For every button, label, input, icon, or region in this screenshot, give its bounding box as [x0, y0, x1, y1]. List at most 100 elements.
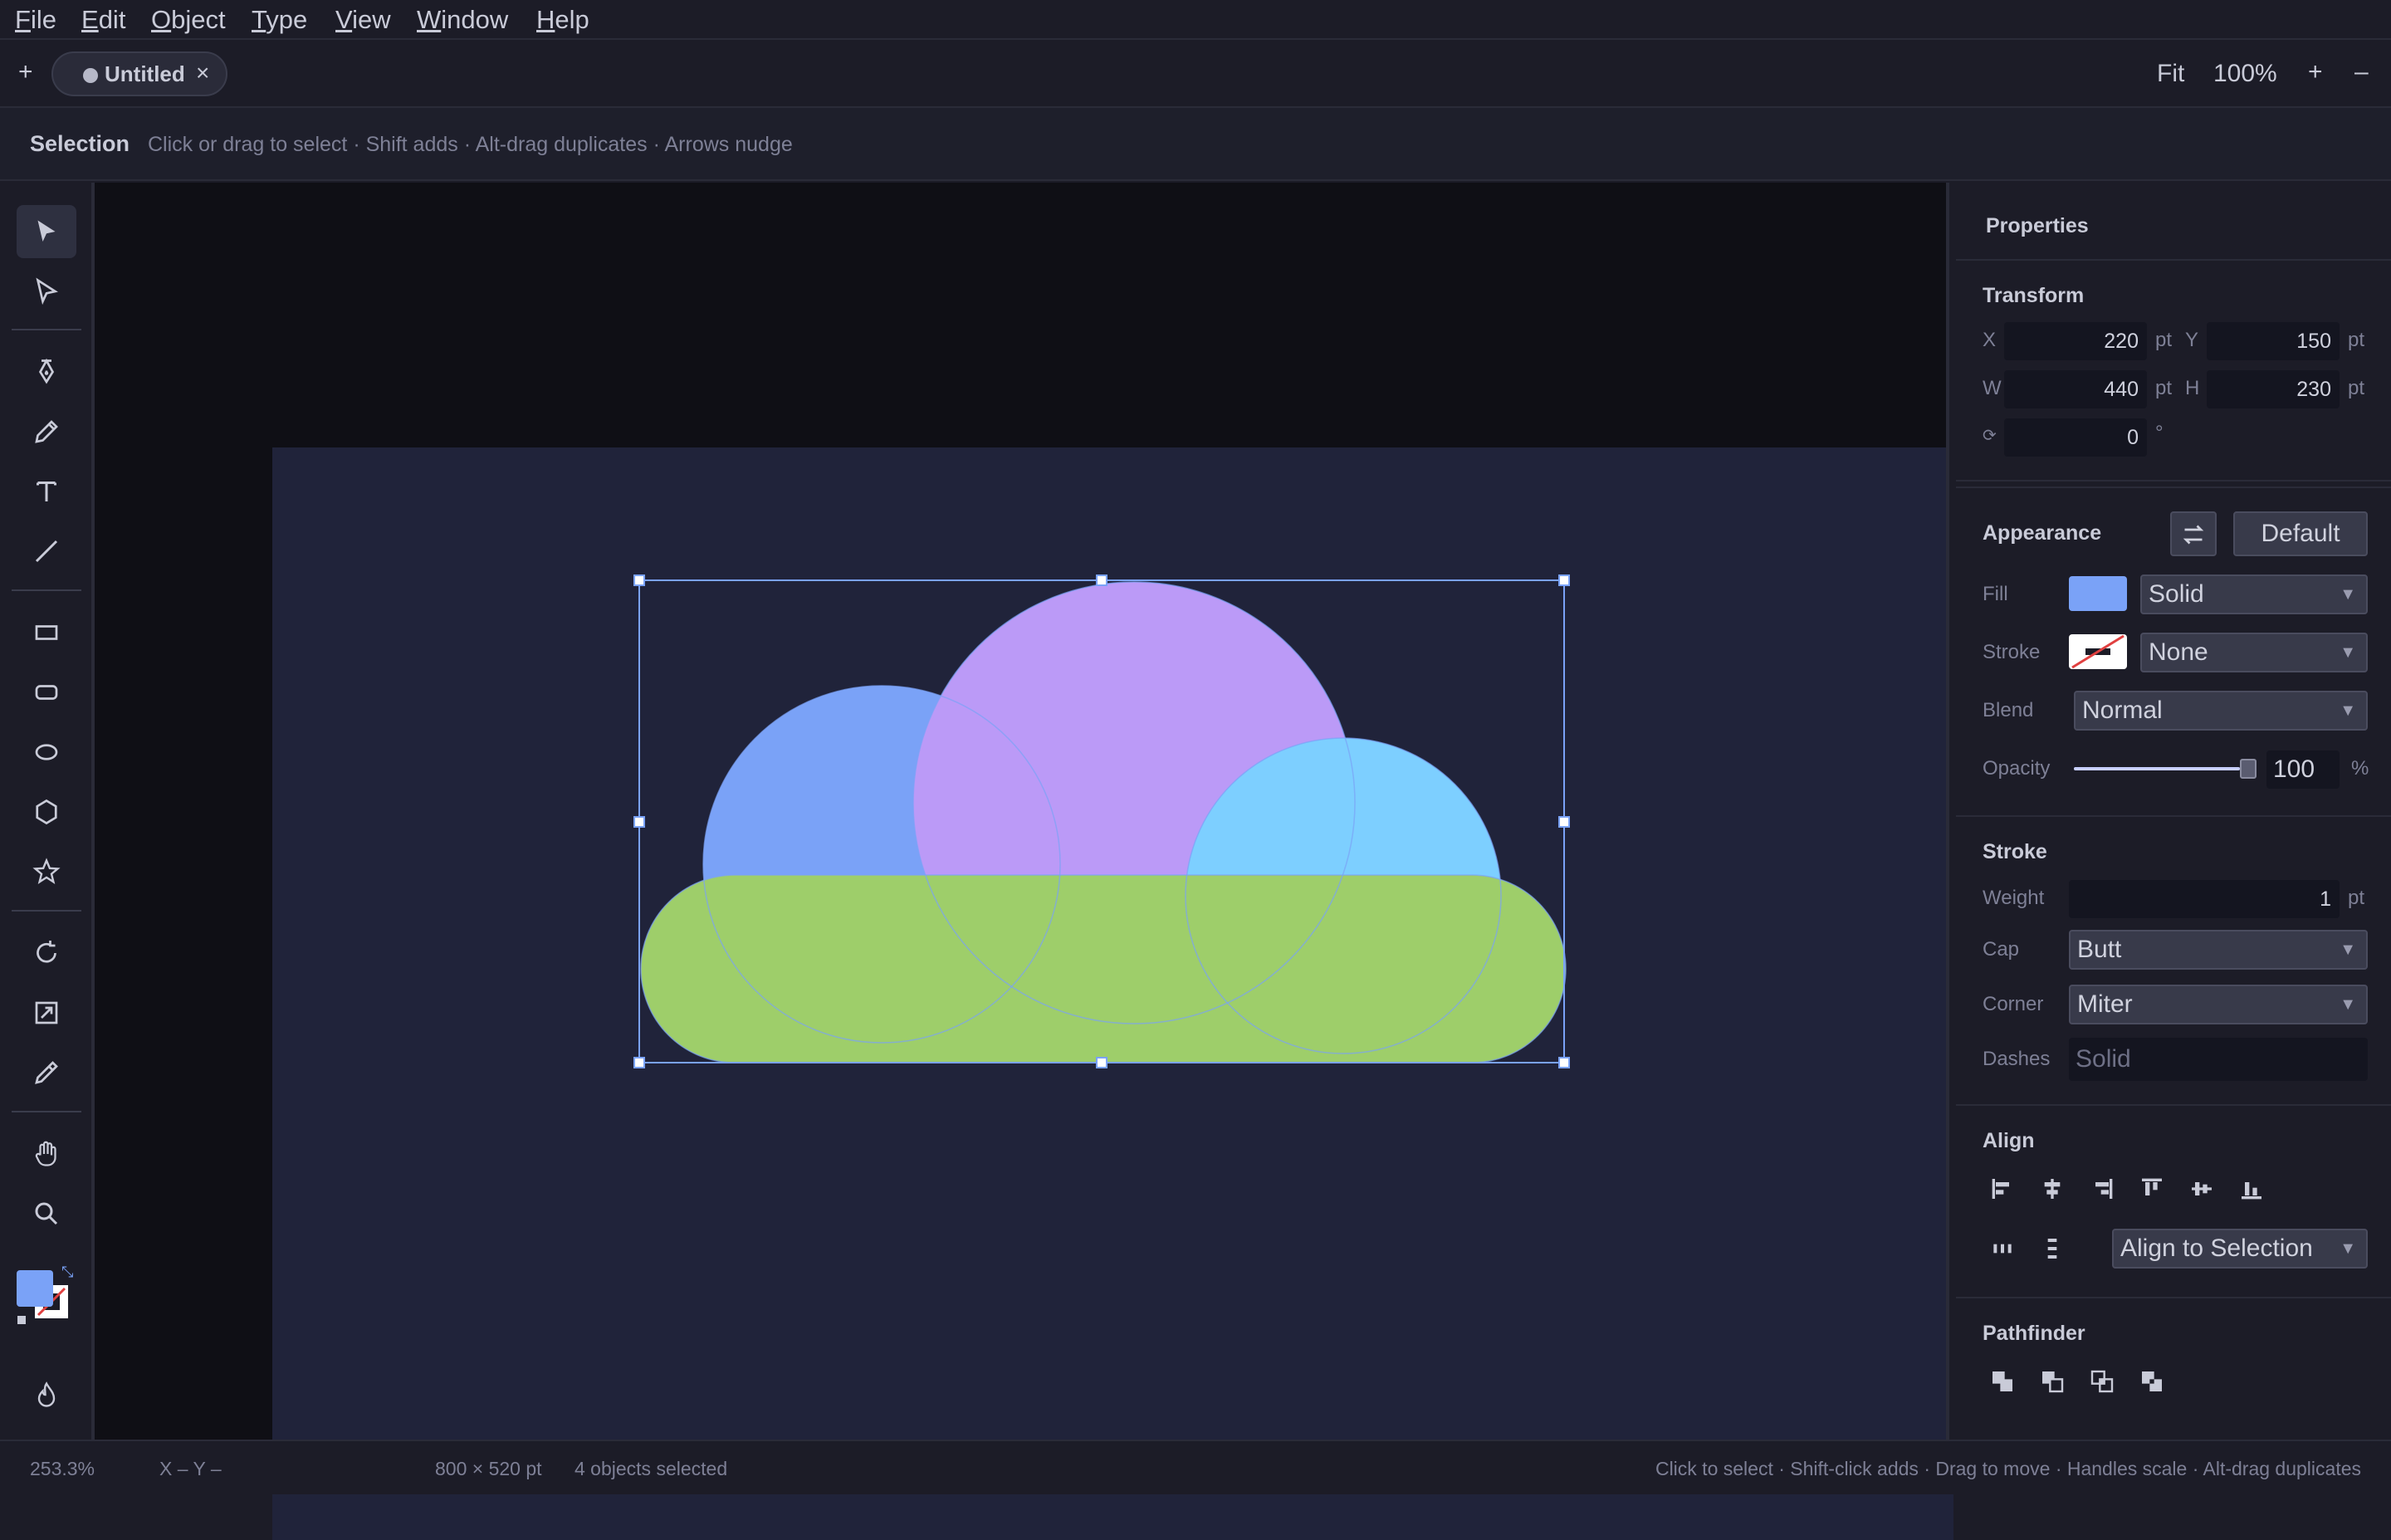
pathfinder-intersect-button[interactable]	[2085, 1365, 2119, 1398]
fill-swatch[interactable]	[17, 1270, 53, 1307]
polygon-tool[interactable]	[17, 785, 76, 838]
zoom-level[interactable]: 100%	[2213, 60, 2277, 88]
hand-tool[interactable]	[17, 1127, 76, 1181]
align-bottom-button[interactable]	[2235, 1172, 2268, 1205]
handle-bottom-left[interactable]	[633, 1057, 645, 1068]
panel-divider	[1956, 480, 2391, 482]
pencil-tool[interactable]	[17, 405, 76, 458]
handle-top-right[interactable]	[1558, 574, 1570, 586]
menu-edit[interactable]: Edit	[81, 3, 125, 37]
eyedropper-tool[interactable]	[17, 1046, 76, 1099]
y-field[interactable]: 150	[2207, 322, 2340, 360]
distribute-horizontal-button[interactable]	[1986, 1232, 2019, 1265]
rounded-rectangle-tool[interactable]	[17, 666, 76, 719]
menu-help[interactable]: Help	[536, 3, 589, 37]
cap-dropdown[interactable]: Butt ▼	[2069, 930, 2368, 970]
zoom-fit-button[interactable]: Fit	[2157, 60, 2184, 88]
default-button[interactable]: Default	[2233, 511, 2368, 556]
distribute-vertical-icon	[2047, 1239, 2057, 1259]
flame-icon	[37, 1381, 56, 1407]
menu-file[interactable]: File	[15, 3, 56, 37]
handle-middle-right[interactable]	[1558, 816, 1570, 828]
menu-type[interactable]: Type	[252, 3, 307, 37]
chevron-down-icon: ▼	[2340, 941, 2356, 959]
rotation-field[interactable]: 0	[2004, 418, 2147, 457]
new-tab-button[interactable]: +	[18, 58, 33, 86]
handle-middle-left[interactable]	[633, 816, 645, 828]
zoom-tool[interactable]	[17, 1187, 76, 1240]
menu-window[interactable]: Window	[417, 3, 508, 37]
rectangle-tool[interactable]	[17, 606, 76, 659]
pathfinder-minus-front-button[interactable]	[2036, 1365, 2069, 1398]
pen-tool[interactable]	[17, 345, 76, 398]
handle-top-left[interactable]	[633, 574, 645, 586]
handle-top-middle[interactable]	[1096, 574, 1107, 586]
handle-bottom-middle[interactable]	[1096, 1057, 1107, 1068]
panel-divider	[1956, 1297, 2391, 1298]
default-colors-icon[interactable]	[17, 1315, 27, 1325]
align-center-h-button[interactable]	[2036, 1172, 2069, 1205]
zoom-in-button[interactable]: +	[2308, 58, 2323, 86]
panel-divider	[1956, 486, 2391, 488]
active-tool-name: Selection	[30, 131, 130, 156]
dashes-field[interactable]: Solid	[2069, 1038, 2368, 1081]
opacity-slider-track[interactable]	[2074, 759, 2257, 779]
zoom-out-button[interactable]: –	[2354, 58, 2369, 86]
h-field[interactable]: 230	[2207, 370, 2340, 408]
canvas-area[interactable]	[95, 183, 1953, 1540]
scale-tool[interactable]	[17, 986, 76, 1039]
swap-fill-stroke-button[interactable]	[2170, 511, 2217, 556]
pathfinder-unite-button[interactable]	[1986, 1365, 2019, 1398]
exclude-icon	[2142, 1371, 2162, 1391]
x-label: X	[1983, 329, 1997, 351]
ellipse-tool[interactable]	[17, 726, 76, 779]
stroke-type-dropdown[interactable]: None ▼	[2140, 633, 2368, 672]
fill-type-dropdown[interactable]: Solid ▼	[2140, 574, 2368, 614]
opacity-field[interactable]: 100	[2266, 750, 2340, 789]
distribute-vertical-button[interactable]	[2036, 1232, 2069, 1265]
stroke-color-swatch[interactable]	[2069, 634, 2127, 669]
blend-mode-dropdown[interactable]: Normal ▼	[2074, 691, 2368, 731]
properties-panel: Properties Transform X 220 pt Y 150 pt W…	[1946, 183, 2391, 1440]
direct-selection-tool[interactable]	[17, 265, 76, 318]
panel-divider	[1956, 259, 2391, 261]
star-tool[interactable]	[17, 845, 76, 898]
blend-label: Blend	[1983, 699, 2034, 721]
type-tool[interactable]	[17, 465, 76, 518]
align-right-icon	[2095, 1179, 2113, 1199]
align-top-button[interactable]	[2135, 1172, 2169, 1205]
dashes-label: Dashes	[1983, 1048, 2051, 1070]
handle-bottom-right[interactable]	[1558, 1057, 1570, 1068]
tools-panel: ⤡	[0, 183, 95, 1440]
smooth-tool[interactable]	[17, 1368, 76, 1421]
w-field[interactable]: 440	[2004, 370, 2147, 408]
line-tool[interactable]	[17, 525, 76, 578]
pathfinder-title: Pathfinder	[1983, 1322, 2085, 1345]
x-field[interactable]: 220	[2004, 322, 2147, 360]
fill-stroke-swatches[interactable]: ⤡	[17, 1264, 76, 1330]
artwork-layer[interactable]	[95, 183, 1946, 1440]
align-middle-v-button[interactable]	[2185, 1172, 2218, 1205]
status-bar: 253.3% X – Y – 800 × 520 pt 4 objects se…	[0, 1440, 2391, 1494]
opacity-slider-fill	[2074, 767, 2240, 770]
menu-object[interactable]: Object	[151, 3, 226, 37]
line-icon	[35, 540, 58, 563]
swap-colors-icon[interactable]: ⤡	[61, 1264, 73, 1281]
document-tab[interactable]: Untitled ×	[51, 51, 227, 96]
opacity-slider-thumb[interactable]	[2240, 759, 2257, 779]
menu-view[interactable]: View	[335, 3, 391, 37]
fill-color-swatch[interactable]	[2069, 576, 2127, 611]
capsule-shape[interactable]	[641, 875, 1566, 1063]
rotate-tool[interactable]	[17, 926, 76, 980]
align-right-button[interactable]	[2085, 1172, 2119, 1205]
selection-tool[interactable]	[17, 205, 76, 258]
stroke-weight-field[interactable]: 1	[2069, 880, 2340, 918]
corner-label: Corner	[1983, 993, 2044, 1015]
h-label: H	[2185, 377, 2200, 399]
align-left-button[interactable]	[1986, 1172, 2019, 1205]
corner-dropdown[interactable]: Miter ▼	[2069, 985, 2368, 1024]
close-tab-button[interactable]: ×	[196, 60, 209, 86]
distribute-horizontal-icon	[1993, 1244, 2012, 1254]
align-to-dropdown[interactable]: Align to Selection ▼	[2112, 1229, 2368, 1269]
pathfinder-exclude-button[interactable]	[2135, 1365, 2169, 1398]
